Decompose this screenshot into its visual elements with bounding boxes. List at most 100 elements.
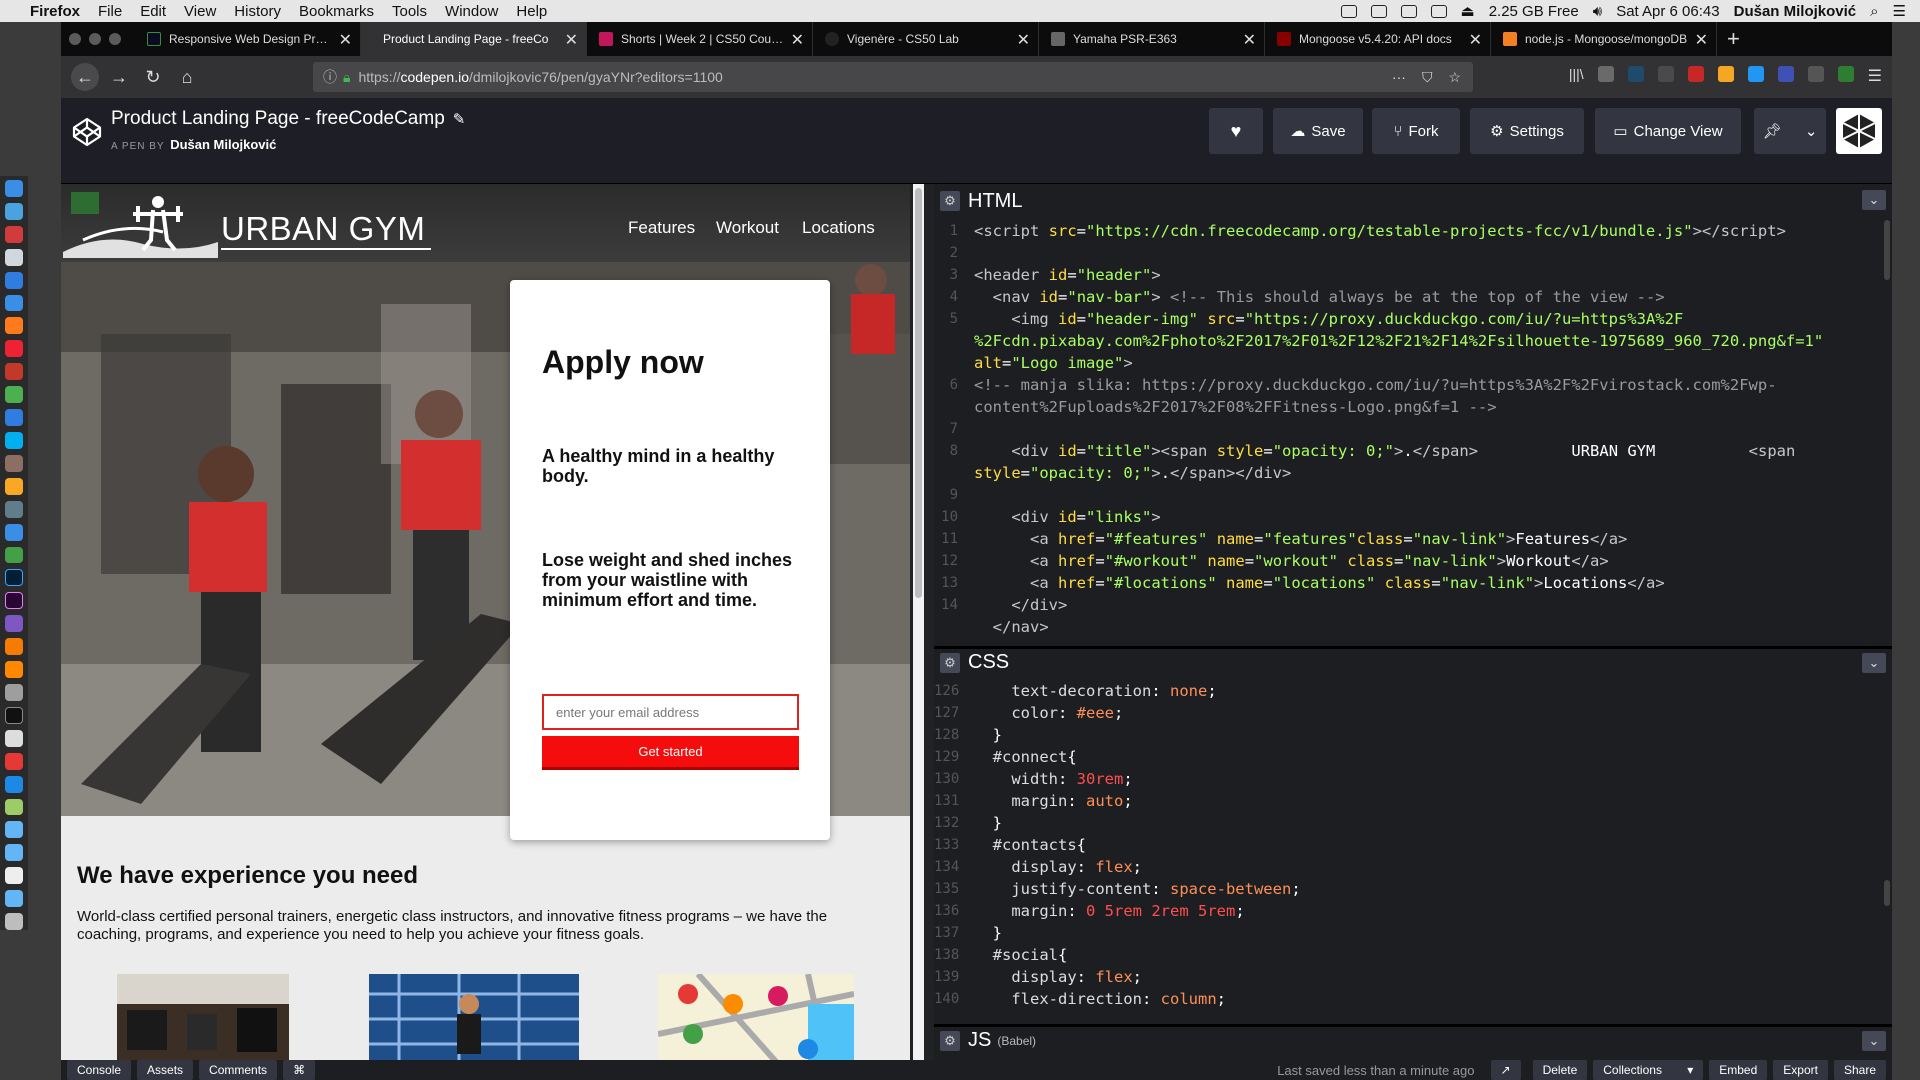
extension-icon[interactable]	[1747, 66, 1764, 82]
disk-free-text[interactable]: 2.25 GB Free	[1489, 3, 1579, 20]
close-icon[interactable]: ✕	[1469, 30, 1482, 50]
bookmark-star-icon[interactable]: ☆	[1448, 69, 1461, 86]
app-icon[interactable]	[5, 477, 23, 495]
gear-icon[interactable]: ⚙	[940, 191, 960, 211]
vue-devtools-icon[interactable]	[1657, 66, 1674, 82]
change-view-button[interactable]: ▭ Change View	[1595, 108, 1741, 154]
close-icon[interactable]: ✕	[339, 30, 352, 50]
console-button[interactable]: Console	[67, 1060, 132, 1080]
app-icon[interactable]	[5, 409, 23, 426]
menu-window[interactable]: Window	[445, 3, 498, 20]
app-icon[interactable]	[5, 775, 23, 793]
minimize-window-button[interactable]	[89, 33, 101, 45]
chrome-icon[interactable]	[5, 386, 23, 404]
close-icon[interactable]: ✕	[791, 30, 804, 50]
volume-icon[interactable]: 🔊︎	[1593, 3, 1602, 20]
menu-tools[interactable]: Tools	[392, 3, 427, 20]
trash-icon[interactable]	[5, 913, 23, 930]
author-link[interactable]: Dušan Milojković	[170, 137, 276, 152]
export-button[interactable]: Export	[1773, 1060, 1828, 1080]
search-icon[interactable]: ⌕	[1870, 3, 1878, 20]
pocket-icon[interactable]: ⛉	[1422, 69, 1433, 86]
app-icon[interactable]	[5, 546, 23, 564]
tab-cs50-shorts[interactable]: Shorts | Week 2 | CS50 Course ✕	[587, 22, 813, 56]
adblock-icon[interactable]	[1687, 66, 1704, 82]
gear-icon[interactable]: ⚙	[940, 652, 960, 673]
menu-edit[interactable]: Edit	[140, 3, 166, 20]
eject-icon[interactable]: ⏏	[1461, 2, 1475, 20]
premiere-icon[interactable]	[5, 592, 23, 610]
share-button[interactable]: Share	[1833, 1060, 1886, 1080]
app-icon[interactable]	[5, 615, 23, 633]
fork-button[interactable]: ⑂ Fork	[1372, 108, 1460, 154]
app-icon[interactable]	[5, 752, 23, 770]
tab-vigenere[interactable]: Vigenère - CS50 Lab ✕	[813, 22, 1039, 56]
menu-icon[interactable]: ☰	[1868, 66, 1882, 86]
page-actions-icon[interactable]: ···	[1392, 69, 1406, 86]
menu-app-name[interactable]: Firefox	[30, 3, 80, 20]
keyboard-shortcuts-button[interactable]: ⌘	[283, 1060, 316, 1080]
zoom-window-button[interactable]	[109, 33, 121, 45]
document-icon[interactable]	[1400, 4, 1417, 18]
chat-icon[interactable]	[1430, 4, 1447, 18]
tab-node-mongoose[interactable]: node.js - Mongoose/mongoDB ✕	[1491, 22, 1717, 56]
app-icon[interactable]	[5, 523, 23, 541]
scrollbar-thumb[interactable]	[915, 188, 922, 598]
embed-button[interactable]: Embed	[1709, 1060, 1768, 1080]
app-icon[interactable]	[5, 202, 23, 220]
safari-icon[interactable]	[5, 248, 23, 266]
html-code[interactable]: 1 <script src="https://cdn.freecodecamp.o…	[934, 220, 1892, 638]
menu-history[interactable]: History	[234, 3, 281, 20]
cloud-icon[interactable]	[1370, 4, 1387, 18]
close-icon[interactable]: ✕	[565, 30, 578, 50]
back-button[interactable]: ←	[71, 63, 99, 91]
library-icon[interactable]: |||\	[1569, 66, 1584, 86]
tab-yamaha[interactable]: Yamaha PSR-E363 ✕	[1039, 22, 1265, 56]
extension-icon[interactable]	[1837, 66, 1854, 82]
url-bar[interactable]: ⓘ 🔒︎ https://codepen.io/dmilojkovic76/pe…	[313, 62, 1473, 92]
email-input[interactable]: enter your email address	[542, 694, 799, 730]
reload-button[interactable]: ↻	[139, 63, 167, 91]
status-icon[interactable]	[1340, 4, 1357, 18]
sidebar-icon[interactable]	[1597, 66, 1614, 82]
menu-view[interactable]: View	[184, 3, 216, 20]
pin-button[interactable]: 📌︎ ⌄	[1754, 108, 1826, 154]
vlc-icon[interactable]	[5, 661, 23, 678]
extension-icon[interactable]	[1777, 66, 1794, 82]
nav-link-features[interactable]: Features	[628, 218, 695, 238]
app-icon[interactable]	[5, 500, 23, 518]
datetime[interactable]: Sat Apr 6 06:43	[1616, 3, 1719, 20]
photoshop-icon[interactable]	[5, 569, 23, 587]
react-devtools-icon[interactable]	[1627, 66, 1644, 82]
gym-brand[interactable]: URBAN GYM	[221, 210, 425, 248]
safari-icon[interactable]	[5, 294, 23, 312]
nav-link-locations[interactable]: Locations	[802, 218, 875, 238]
settings-button[interactable]: ⚙ Settings	[1470, 108, 1584, 154]
close-icon[interactable]: ✕	[1695, 30, 1708, 50]
tab-responsive-web-design[interactable]: Responsive Web Design Projec ✕	[135, 22, 361, 56]
folder-icon[interactable]	[5, 821, 23, 839]
pen-title[interactable]: Product Landing Page - freeCodeCamp ✎	[111, 108, 465, 130]
preview-scrollbar[interactable]	[913, 184, 924, 1060]
close-icon[interactable]: ✕	[1017, 30, 1030, 50]
chevron-down-icon[interactable]: ⌄	[1862, 653, 1886, 673]
forward-button[interactable]: →	[105, 63, 133, 91]
skype-icon[interactable]	[5, 431, 23, 449]
chevron-down-icon[interactable]: ⌄	[1862, 1031, 1886, 1051]
terminal-icon[interactable]	[5, 706, 23, 724]
app-store-icon[interactable]	[5, 271, 23, 289]
gym-logo-icon[interactable]	[63, 192, 218, 258]
tab-product-landing-page[interactable]: Product Landing Page - freeCo ✕	[361, 22, 587, 56]
extension-icon[interactable]	[1807, 66, 1824, 82]
chevron-down-icon[interactable]: ⌄	[1805, 122, 1818, 140]
avatar[interactable]	[1836, 108, 1882, 154]
collections-button[interactable]: Collections ▾	[1593, 1060, 1704, 1080]
list-icon[interactable]: ☰	[1893, 2, 1906, 20]
firefox-icon[interactable]	[5, 317, 23, 335]
comments-button[interactable]: Comments	[199, 1060, 278, 1080]
html-scrollbar[interactable]	[1884, 220, 1890, 280]
pencil-icon[interactable]: ✎	[453, 110, 466, 128]
info-icon[interactable]: ⓘ	[323, 67, 337, 87]
user-name[interactable]: Dušan Milojković	[1734, 3, 1857, 20]
close-icon[interactable]: ✕	[1243, 30, 1256, 50]
